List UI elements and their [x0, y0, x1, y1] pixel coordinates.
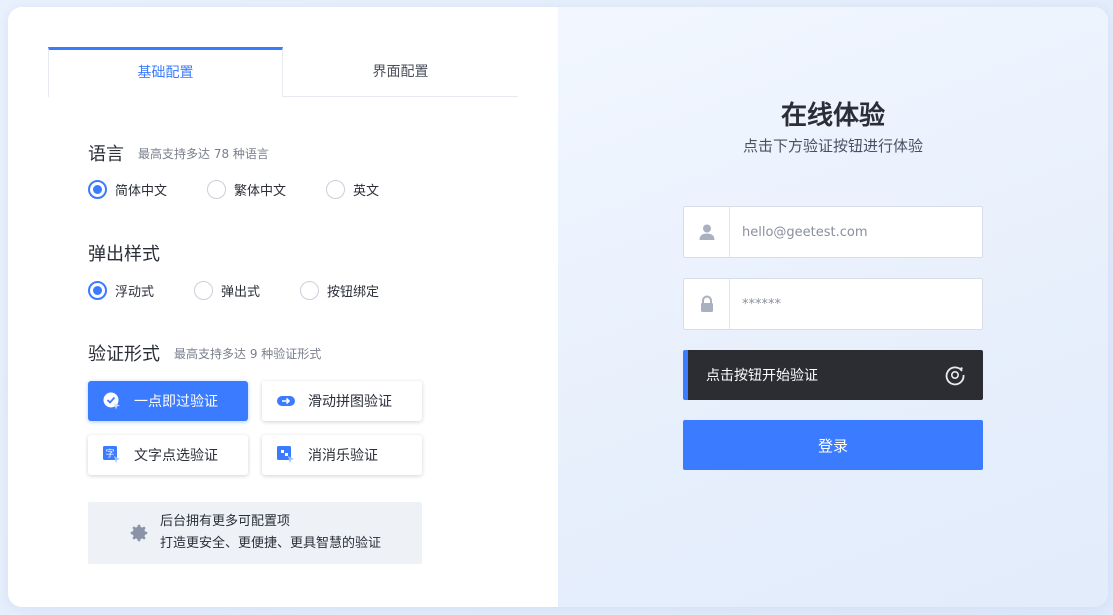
username-input[interactable] — [730, 207, 982, 257]
more-options-notice: 后台拥有更多可配置项 打造更安全、更便捷、更具智慧的验证 — [88, 502, 422, 564]
one-click-verify-button[interactable]: 一点即过验证 — [88, 381, 248, 421]
verify-form-hint: 最高支持多达 9 种验证形式 — [174, 347, 322, 361]
login-button[interactable]: 登录 — [683, 420, 983, 470]
radio-english[interactable]: 英文 — [326, 180, 379, 199]
popup-title: 弹出样式 — [88, 244, 160, 265]
language-title: 语言 — [88, 144, 124, 165]
demo-title: 在线体验 — [780, 101, 885, 131]
config-panel: 基础配置 界面配置 语言 最高支持多达 78 种语言 简体中文 繁体中文 英文 弹… — [8, 7, 558, 607]
language-section-title: 语言 最高支持多达 78 种语言 — [88, 140, 269, 166]
radio-label: 英文 — [353, 184, 380, 199]
text-click-verify-button[interactable]: 字 文字点选验证 — [88, 435, 248, 475]
main-card: 基础配置 界面配置 语言 最高支持多达 78 种语言 简体中文 繁体中文 英文 弹… — [8, 7, 1108, 607]
radio-label: 浮动式 — [115, 285, 155, 300]
password-field — [683, 278, 983, 330]
radio-label: 繁体中文 — [234, 184, 287, 199]
radio-dot — [326, 180, 346, 199]
notice-line-2: 打造更安全、更便捷、更具智慧的验证 — [160, 536, 382, 551]
check-cursor-icon — [103, 392, 120, 410]
button-label: 文字点选验证 — [134, 448, 218, 464]
verify-form-section-title: 验证形式 最高支持多达 9 种验证形式 — [88, 340, 321, 366]
language-radio-group: 简体中文 繁体中文 英文 — [88, 180, 419, 199]
lock-icon-wrap — [684, 279, 730, 329]
button-label: 滑动拼图验证 — [308, 394, 392, 410]
username-field — [683, 206, 983, 258]
notice-line-1: 后台拥有更多可配置项 — [160, 514, 291, 529]
tab-basic-config[interactable]: 基础配置 — [48, 47, 283, 97]
config-tabs: 基础配置 界面配置 — [48, 47, 518, 97]
verify-label: 点击按钮开始验证 — [706, 368, 818, 384]
gear-icon — [130, 524, 148, 542]
radio-bind-button[interactable]: 按钮绑定 — [300, 281, 379, 300]
notice-text: 后台拥有更多可配置项 打造更安全、更便捷、更具智慧的验证 — [160, 511, 381, 555]
popup-radio-group: 浮动式 弹出式 按钮绑定 — [88, 281, 419, 300]
radio-simplified-chinese[interactable]: 简体中文 — [88, 180, 167, 199]
radio-traditional-chinese[interactable]: 繁体中文 — [207, 180, 286, 199]
match-game-icon — [277, 446, 294, 464]
text-select-icon: 字 — [103, 446, 120, 464]
radio-label: 简体中文 — [115, 184, 168, 199]
radio-dot — [194, 281, 214, 300]
radio-dot — [88, 281, 107, 300]
geetest-logo-icon — [945, 366, 965, 386]
radio-dot — [300, 281, 320, 300]
tab-ui-config[interactable]: 界面配置 — [283, 47, 518, 97]
button-label: 一点即过验证 — [134, 394, 218, 410]
slider-icon — [277, 396, 295, 406]
verify-form-title: 验证形式 — [88, 344, 160, 365]
user-icon — [699, 224, 714, 240]
radio-dot — [207, 180, 227, 199]
button-label: 消消乐验证 — [308, 448, 378, 464]
slide-puzzle-verify-button[interactable]: 滑动拼图验证 — [262, 381, 422, 421]
lock-icon — [700, 295, 713, 312]
start-verify-button[interactable]: 点击按钮开始验证 — [683, 350, 983, 400]
demo-panel: 在线体验 点击下方验证按钮进行体验 点击按钮开始验证 — [558, 7, 1108, 607]
radio-label: 按钮绑定 — [327, 285, 380, 300]
login-label: 登录 — [817, 436, 848, 455]
radio-float[interactable]: 浮动式 — [88, 281, 154, 300]
user-icon-wrap — [684, 207, 730, 257]
demo-subtitle: 点击下方验证按钮进行体验 — [742, 137, 923, 155]
match-verify-button[interactable]: 消消乐验证 — [262, 435, 422, 475]
popup-section-title: 弹出样式 — [88, 240, 160, 266]
language-hint: 最高支持多达 78 种语言 — [138, 147, 269, 161]
radio-dot — [88, 180, 107, 199]
svg-text:字: 字 — [105, 448, 114, 460]
radio-popup[interactable]: 弹出式 — [194, 281, 260, 300]
password-input[interactable] — [730, 279, 982, 329]
radio-label: 弹出式 — [221, 285, 261, 300]
